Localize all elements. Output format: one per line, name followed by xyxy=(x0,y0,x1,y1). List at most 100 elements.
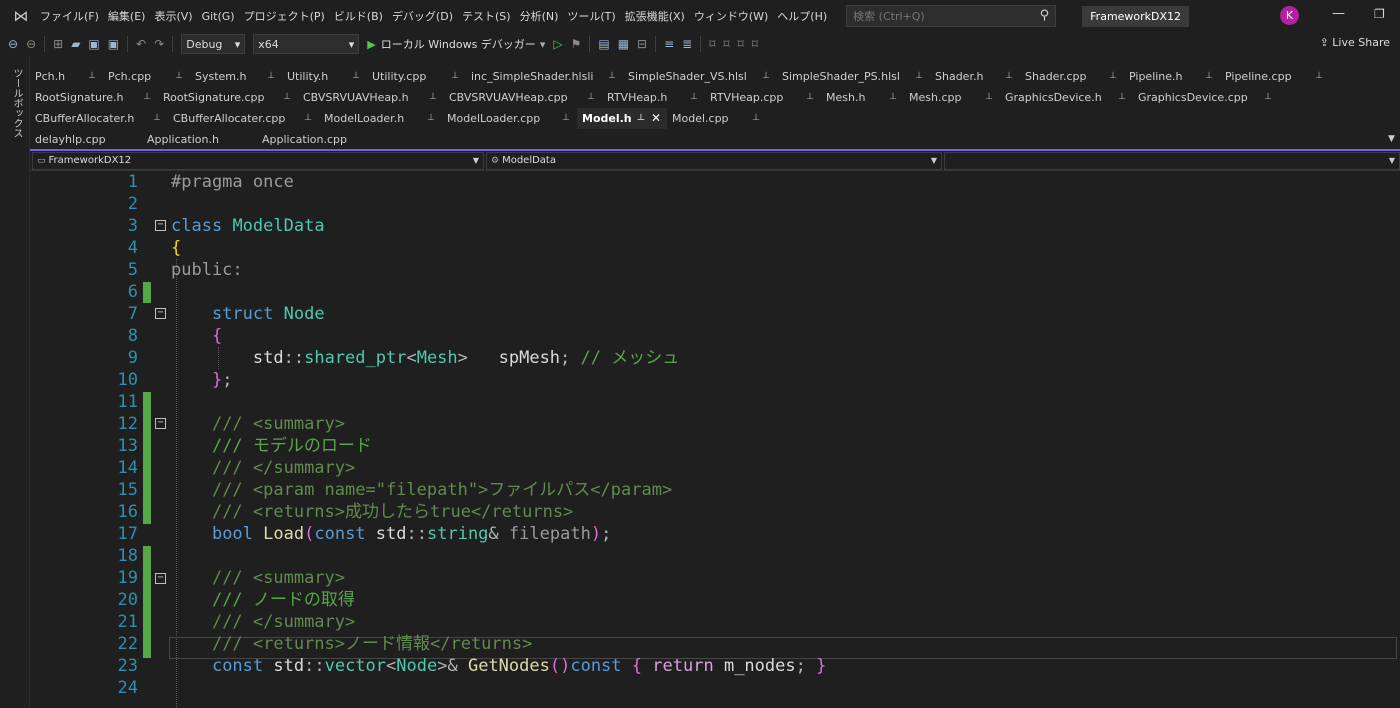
account-avatar[interactable]: K xyxy=(1280,6,1299,25)
pin-icon[interactable]: ⊥ xyxy=(637,108,645,129)
hot-reload-icon[interactable]: ⚑ xyxy=(571,37,582,51)
menu-git[interactable]: Git(G) xyxy=(202,10,244,23)
menu-window[interactable]: ウィンドウ(W) xyxy=(694,8,777,24)
search-icon[interactable]: ⚲ xyxy=(1040,8,1050,23)
tab-shader-cpp[interactable]: Shader.cpp ⊥ xyxy=(1020,66,1124,87)
pin-icon[interactable]: ⊥ xyxy=(985,87,993,108)
pin-icon[interactable]: ⊥ xyxy=(283,87,291,108)
start-debugging-button[interactable]: ▶ ローカル Windows デバッガー ▾ xyxy=(367,36,545,52)
tab-cbvsrvuavheap-h[interactable]: CBVSRVUAVHeap.h ⊥ xyxy=(298,87,444,108)
pin-icon[interactable]: ⊥ xyxy=(587,87,595,108)
pin-icon[interactable]: ⊥ xyxy=(762,66,770,87)
tab-simpleshader-vs[interactable]: SimpleShader_VS.hlsl ⊥ xyxy=(623,66,777,87)
tab-shader-h[interactable]: Shader.h ⊥ xyxy=(930,66,1020,87)
tab-pch-cpp[interactable]: Pch.cpp ⊥ xyxy=(103,66,190,87)
pin-icon[interactable]: ⊥ xyxy=(1109,66,1117,87)
tab-rtvheap-cpp[interactable]: RTVHeap.cpp ⊥ xyxy=(705,87,821,108)
undo-icon[interactable]: ↶ xyxy=(136,37,146,51)
menu-extensions[interactable]: 拡張機能(X) xyxy=(625,8,694,24)
menu-view[interactable]: 表示(V) xyxy=(154,8,201,24)
pin-icon[interactable]: ⊥ xyxy=(915,66,923,87)
project-dropdown[interactable]: ▭ FrameworkDX12 ▼ xyxy=(32,152,484,170)
menu-file[interactable]: ファイル(F) xyxy=(40,8,108,24)
tab-rootsignature-h[interactable]: RootSignature.h ⊥ xyxy=(30,87,158,108)
save-icon[interactable]: ▣ xyxy=(88,37,99,51)
menu-debug[interactable]: デバッグ(D) xyxy=(392,8,462,24)
tab-model-h[interactable]: Model.h ⊥ ✕ xyxy=(577,108,667,129)
tab-pipeline-h[interactable]: Pipeline.h ⊥ xyxy=(1124,66,1220,87)
pin-icon[interactable]: ⊥ xyxy=(304,108,312,129)
navigate-back-icon[interactable]: ⊖ xyxy=(8,37,18,51)
tab-pch-h[interactable]: Pch.h ⊥ xyxy=(30,66,103,87)
minimize-icon[interactable]: — xyxy=(1332,6,1345,21)
scope-dropdown[interactable]: ⚙ ModelData ▼ xyxy=(486,152,942,170)
uncomment-icon[interactable]: ≣ xyxy=(682,37,692,51)
pin-icon[interactable]: ⊥ xyxy=(806,87,814,108)
tab-cbufferallocater-cpp[interactable]: CBufferAllocater.cpp ⊥ xyxy=(168,108,319,129)
bookmark-icon[interactable]: ⌑ xyxy=(709,37,715,51)
pin-icon[interactable]: ⊥ xyxy=(175,66,183,87)
code-editor[interactable]: − − − − 1 #pragma once 2 3 class ModelDa… xyxy=(30,171,1400,708)
tab-rootsignature-cpp[interactable]: RootSignature.cpp ⊥ xyxy=(158,87,298,108)
pin-icon[interactable]: ⊥ xyxy=(690,87,698,108)
tab-utility-h[interactable]: Utility.h ⊥ xyxy=(282,66,367,87)
tab-cbvsrvuavheap-cpp[interactable]: CBVSRVUAVHeap.cpp ⊥ xyxy=(444,87,602,108)
pin-icon[interactable]: ⊥ xyxy=(889,87,897,108)
menu-analyze[interactable]: 分析(N) xyxy=(520,8,568,24)
tab-cbufferallocater-h[interactable]: CBufferAllocater.h ⊥ xyxy=(30,108,168,129)
pin-icon[interactable]: ⊥ xyxy=(427,108,435,129)
pin-icon[interactable]: ⊥ xyxy=(1205,66,1213,87)
menu-test[interactable]: テスト(S) xyxy=(462,8,520,24)
tab-rtvheap-h[interactable]: RTVHeap.h ⊥ xyxy=(602,87,705,108)
tab-system-h[interactable]: System.h ⊥ xyxy=(190,66,282,87)
close-icon[interactable]: ✕ xyxy=(651,108,661,129)
tab-modelloader-cpp[interactable]: ModelLoader.cpp ⊥ xyxy=(442,108,577,129)
prev-bookmark-icon[interactable]: ⌑ xyxy=(723,37,729,51)
menu-edit[interactable]: 編集(E) xyxy=(108,8,155,24)
search-input[interactable] xyxy=(853,9,1024,23)
tab-graphicsdevice-h[interactable]: GraphicsDevice.h ⊥ xyxy=(1000,87,1133,108)
search-box[interactable]: ⚲ xyxy=(846,5,1057,27)
live-share-button[interactable]: ⇪ Live Share xyxy=(1320,36,1390,49)
step-icon[interactable]: ⊟ xyxy=(637,37,647,51)
tab-modelloader-h[interactable]: ModelLoader.h ⊥ xyxy=(319,108,442,129)
platform-select[interactable]: x64 ▾ xyxy=(253,34,360,54)
tab-overflow-chevron-icon[interactable]: ▼ xyxy=(1388,134,1395,144)
member-dropdown[interactable]: ▼ xyxy=(944,152,1400,170)
tab-simpleshader-ps[interactable]: SimpleShader_PS.hlsl ⊥ xyxy=(777,66,930,87)
pin-icon[interactable]: ⊥ xyxy=(429,87,437,108)
menu-project[interactable]: プロジェクト(P) xyxy=(244,8,334,24)
tab-delayhlp-cpp[interactable]: delayhlp.cpp xyxy=(30,129,142,150)
tab-model-cpp[interactable]: Model.cpp ⊥ xyxy=(667,108,767,129)
comment-icon[interactable]: ≡ xyxy=(664,37,674,51)
solution-explorer-icon[interactable]: ▤ xyxy=(598,37,609,51)
pin-icon[interactable]: ⊥ xyxy=(1005,66,1013,87)
chevron-down-icon[interactable]: ▾ xyxy=(540,38,546,51)
pin-icon[interactable]: ⊥ xyxy=(153,108,161,129)
clear-bookmark-icon[interactable]: ⌑ xyxy=(752,37,758,51)
menu-build[interactable]: ビルド(B) xyxy=(334,8,392,24)
pin-icon[interactable]: ⊥ xyxy=(608,66,616,87)
pin-icon[interactable]: ⊥ xyxy=(752,108,760,129)
layout-icon[interactable]: ▦ xyxy=(618,37,629,51)
start-without-debugging-icon[interactable]: ▷ xyxy=(553,37,562,51)
menu-help[interactable]: ヘルプ(H) xyxy=(777,8,836,24)
new-item-icon[interactable]: ⊞ xyxy=(53,37,63,51)
tab-utility-cpp[interactable]: Utility.cpp ⊥ xyxy=(367,66,466,87)
pin-icon[interactable]: ⊥ xyxy=(1118,87,1126,108)
visual-studio-logo-icon[interactable]: ⋈ xyxy=(10,8,32,24)
navigate-forward-icon[interactable]: ⊖ xyxy=(26,37,36,51)
tab-graphicsdevice-cpp[interactable]: GraphicsDevice.cpp ⊥ xyxy=(1133,87,1279,108)
pin-icon[interactable]: ⊥ xyxy=(267,66,275,87)
pin-icon[interactable]: ⊥ xyxy=(1315,66,1323,87)
tab-inc-simpleshader[interactable]: inc_SimpleShader.hlsli ⊥ xyxy=(466,66,623,87)
pin-icon[interactable]: ⊥ xyxy=(143,87,151,108)
tab-application-cpp[interactable]: Application.cpp xyxy=(257,129,377,150)
restore-icon[interactable]: ❐ xyxy=(1374,7,1385,21)
toolbox-tab[interactable]: ツールボックス xyxy=(9,68,24,138)
tab-mesh-h[interactable]: Mesh.h ⊥ xyxy=(821,87,904,108)
menu-tools[interactable]: ツール(T) xyxy=(567,8,624,24)
tab-application-h[interactable]: Application.h xyxy=(142,129,257,150)
save-all-icon[interactable]: ▣ xyxy=(108,37,119,51)
pin-icon[interactable]: ⊥ xyxy=(352,66,360,87)
